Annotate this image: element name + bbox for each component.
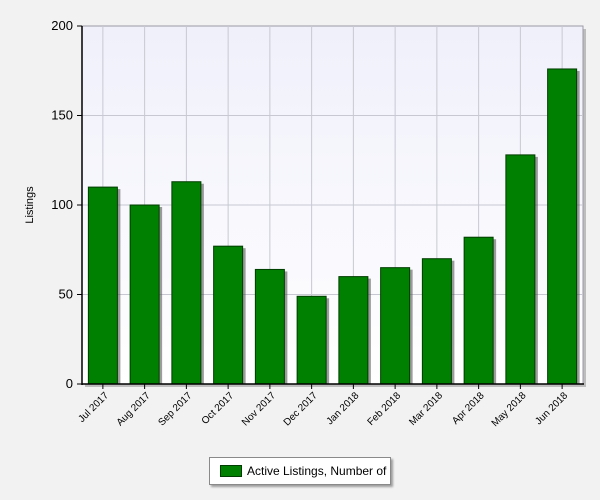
y-tick-label: 150 bbox=[51, 108, 73, 123]
x-tick-label: Nov 2017 bbox=[240, 390, 278, 428]
y-tick-label: 100 bbox=[51, 197, 73, 212]
y-tick-label: 200 bbox=[51, 18, 73, 33]
legend-label: Active Listings, Number of bbox=[247, 464, 387, 478]
y-tick-label: 0 bbox=[66, 376, 73, 391]
bar bbox=[129, 204, 160, 385]
bar-chart: 0 50 100 150 200 Jul 2017 Aug 2017 Sep 2017 Oct … bbox=[24, 18, 586, 429]
bar bbox=[171, 181, 202, 385]
x-tick-label: May 2018 bbox=[490, 390, 529, 429]
bar bbox=[296, 295, 327, 385]
y-tick-label: 50 bbox=[59, 287, 73, 302]
bar bbox=[380, 267, 411, 385]
x-tick-label: Jul 2017 bbox=[76, 390, 111, 425]
bar bbox=[547, 68, 578, 385]
bar bbox=[421, 258, 452, 385]
x-tick-label: Feb 2018 bbox=[366, 390, 404, 428]
bar bbox=[254, 268, 285, 385]
x-tick-label: Sep 2017 bbox=[156, 390, 194, 428]
x-tick-label: Oct 2017 bbox=[200, 390, 237, 427]
y-axis-title: Listings bbox=[24, 186, 36, 224]
x-tick-label: Dec 2017 bbox=[282, 390, 320, 428]
legend-swatch bbox=[220, 465, 242, 477]
bar bbox=[213, 245, 244, 385]
bar bbox=[505, 154, 536, 385]
x-tick-label: Apr 2018 bbox=[450, 390, 487, 427]
x-tick-label: Aug 2017 bbox=[115, 390, 153, 428]
x-tick-label: Jan 2018 bbox=[325, 390, 362, 427]
x-tick-label: Jun 2018 bbox=[533, 390, 570, 427]
x-tick-label: Mar 2018 bbox=[407, 390, 445, 428]
bar bbox=[463, 236, 494, 385]
bar bbox=[87, 186, 118, 385]
legend: Active Listings, Number of bbox=[209, 457, 391, 485]
bar bbox=[338, 276, 369, 385]
chart-container: 0 50 100 150 200 Jul 2017 Aug 2017 Sep 2017 Oct … bbox=[0, 0, 600, 500]
